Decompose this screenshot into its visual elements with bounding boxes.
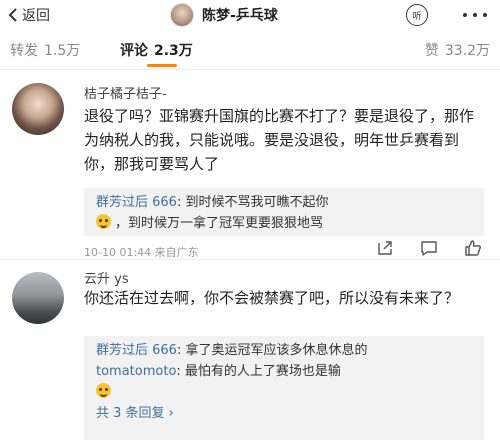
reply-text: : 拿了奥运冠军应该多休息休息的 <box>176 343 368 358</box>
comment-time: 10-10 01:44 <box>84 246 152 259</box>
more-replies-label: 共 3 条回复 <box>96 406 165 421</box>
dot-icon <box>473 13 477 17</box>
emoji-icon <box>96 383 111 398</box>
reply-username[interactable]: 群芳过后 666 <box>96 195 177 210</box>
reply-item: tomatomoto: 最怕有的人上了赛场也是输 <box>96 361 472 382</box>
avatar[interactable] <box>170 3 194 27</box>
thumbs-up-icon <box>465 240 481 256</box>
tab-comment-label: 评论 <box>120 43 148 59</box>
chevron-right-icon: › <box>168 406 174 421</box>
reply-box[interactable]: 群芳过后 666: 到时候不骂我可瞧不起你 ，到时候万一拿了冠军更要狠狠地骂 <box>84 188 484 236</box>
post-author[interactable]: 陈梦-乒乓球 <box>170 2 278 28</box>
comment-actions <box>376 239 482 257</box>
tab-bar: 转发 1.5万 评论 2.3万 赞 33.2万 <box>0 30 500 70</box>
active-tab-indicator <box>147 64 177 67</box>
comment-username[interactable]: 桔子橘子桔子- <box>84 83 167 102</box>
more-options-button[interactable] <box>455 4 495 26</box>
repost-count: 1.5万 <box>44 43 81 59</box>
comment-text: 你还活在过去啊，你不会被禁赛了吧，所以没有未来了？ <box>84 289 460 307</box>
reply-button[interactable] <box>420 239 438 257</box>
comment-item: 桔子橘子桔子- 退役了吗？亚锦赛升国旗的比赛不打了？要是退役了，那作为纳税人的我… <box>0 71 500 260</box>
comment-text: 退役了吗？亚锦赛升国旗的比赛不打了？要是退役了，那作为纳税人的我，只能说哦。要是… <box>84 107 475 173</box>
reply-text: : 到时候不骂我可瞧不起你 <box>176 195 329 210</box>
reply-box[interactable]: 群芳过后 666: 拿了奥运冠军应该多休息休息的 tomatomoto: 最怕有… <box>84 336 484 440</box>
back-label: 返回 <box>22 8 50 24</box>
tab-repost-label: 转发 <box>10 43 38 59</box>
comment-location: 来自广东 <box>154 246 199 259</box>
listen-label: 听 <box>412 11 422 22</box>
page-title: 陈梦-乒乓球 <box>202 8 278 24</box>
reply-item: ，到时候万一拿了冠军更要狠狠地骂 <box>96 213 472 234</box>
tab-like-label: 赞 <box>424 43 439 59</box>
like-button[interactable] <box>464 239 482 257</box>
listen-button[interactable]: 听 <box>406 4 428 26</box>
back-button[interactable]: 返回 <box>6 4 50 26</box>
reply-item: 群芳过后 666: 到时候不骂我可瞧不起你 <box>96 192 472 213</box>
comment-icon <box>421 241 437 256</box>
reply-text: : 最怕有的人上了赛场也是输 <box>176 364 341 379</box>
top-bar: 返回 陈梦-乒乓球 听 <box>0 0 500 30</box>
more-replies-link[interactable]: 共 3 条回复 › <box>96 403 472 424</box>
tab-like[interactable]: 赞 33.2万 <box>425 40 490 60</box>
reply-emoji-row <box>96 382 472 403</box>
avatar[interactable] <box>12 83 64 135</box>
tab-repost[interactable]: 转发 1.5万 <box>10 40 80 60</box>
like-count: 33.2万 <box>444 43 490 59</box>
reply-item: 群芳过后 666: 拿了奥运冠军应该多休息休息的 <box>96 340 472 361</box>
comment-username[interactable]: 云升 ys <box>84 268 129 287</box>
comment-count: 2.3万 <box>154 43 193 59</box>
reply-text: ，到时候万一拿了冠军更要狠狠地骂 <box>115 216 324 231</box>
dot-icon <box>463 13 467 17</box>
reply-username[interactable]: 群芳过后 666 <box>96 343 177 358</box>
comment-meta: 10-10 01:44 来自广东 <box>84 244 199 260</box>
share-button[interactable] <box>376 239 394 257</box>
reply-username[interactable]: tomatomoto <box>96 364 176 379</box>
share-icon <box>378 241 392 255</box>
chevron-left-icon <box>8 8 17 22</box>
dot-icon <box>483 13 487 17</box>
avatar[interactable] <box>12 272 64 324</box>
comment-item: 云升 ys 你还活在过去啊，你不会被禁赛了吧，所以没有未来了？ 群芳过后 666… <box>0 260 500 440</box>
emoji-icon <box>96 214 111 229</box>
